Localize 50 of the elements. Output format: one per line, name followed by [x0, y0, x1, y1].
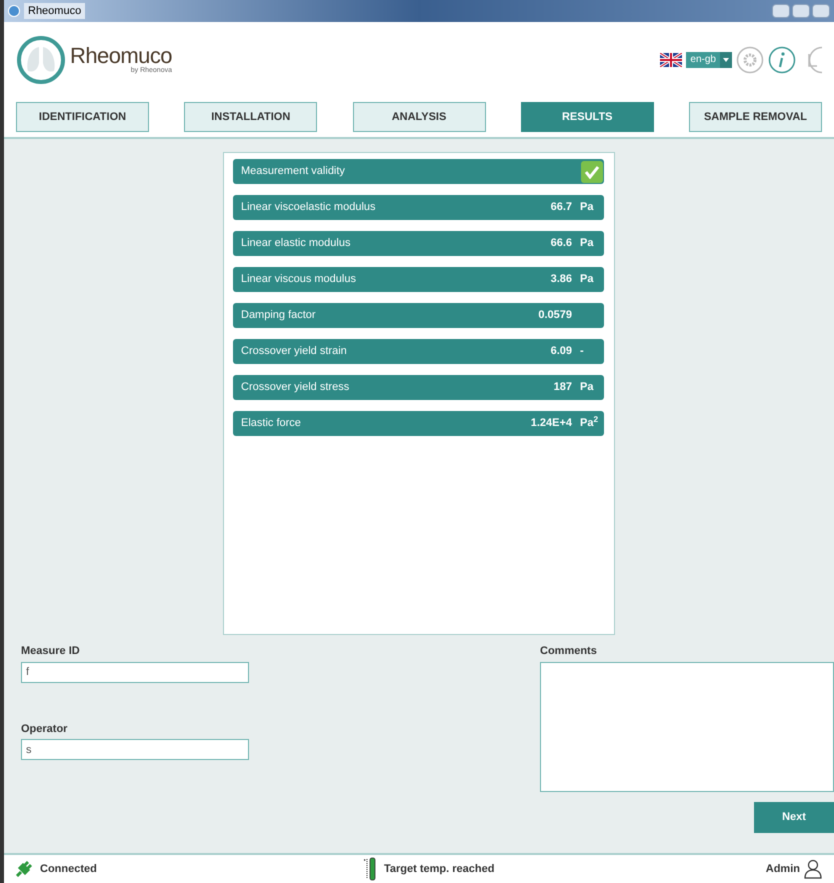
result-value: 66.6: [550, 236, 572, 252]
plug-icon: [16, 861, 32, 877]
result-unit: Pa: [579, 200, 594, 216]
result-value: 0.0579: [538, 308, 572, 324]
result-label: Elastic force: [241, 416, 302, 432]
result-value: 1.24E+4: [530, 416, 572, 432]
user-icon[interactable]: [804, 859, 822, 879]
app-icon: [8, 5, 20, 17]
input-field[interactable]: f: [21, 662, 249, 682]
result-unit: Pa$^{2}$: [579, 415, 600, 432]
thermometer-icon: [364, 857, 376, 881]
comments-field[interactable]: [540, 662, 834, 792]
result-label: Crossover yield strain: [241, 344, 348, 360]
result-value: 6.09: [550, 344, 572, 360]
result-label: Linear elastic modulus: [241, 236, 352, 252]
connection-status: Connected: [40, 862, 97, 877]
field-label: Comments: [540, 644, 598, 659]
result-label: Measurement validity: [241, 164, 346, 180]
minimize-button[interactable]: [772, 4, 790, 18]
user-name: Admin: [766, 862, 800, 877]
result-unit: Pa: [579, 272, 594, 288]
info-icon[interactable]: [768, 46, 796, 74]
result-label: Crossover yield stress: [241, 380, 350, 396]
result-unit: Pa: [579, 236, 594, 252]
result-label: Linear viscoelastic modulus: [241, 200, 377, 216]
tab[interactable]: RESULTS: [520, 102, 654, 132]
tab[interactable]: INSTALLATION: [184, 102, 318, 132]
field-label: Measure ID: [21, 644, 81, 659]
maximize-button[interactable]: [792, 4, 810, 18]
next-button[interactable]: Next: [754, 802, 834, 832]
field-label: Operator: [21, 722, 68, 736]
result-value: 187: [554, 380, 572, 396]
lungs-logo-icon: [16, 34, 66, 84]
result-value: 3.86: [550, 272, 572, 288]
result-label: Damping factor: [241, 308, 317, 324]
settings-icon[interactable]: [736, 46, 764, 74]
tab[interactable]: IDENTIFICATION: [16, 102, 149, 132]
window-title: Rheomuco: [24, 2, 86, 20]
temperature-status: Target temp. reached: [384, 862, 494, 877]
result-value: 66.7: [550, 200, 572, 216]
result-unit: -: [579, 344, 585, 360]
result-unit: Pa: [579, 380, 594, 396]
tab[interactable]: SAMPLE REMOVAL: [689, 102, 822, 132]
flag-icon: [660, 52, 682, 66]
result-label: Linear viscous modulus: [241, 272, 357, 288]
input-field[interactable]: s: [21, 739, 249, 760]
tab[interactable]: ANALYSIS: [352, 102, 486, 132]
caret-icon: [720, 52, 732, 68]
close-button[interactable]: [812, 4, 830, 18]
logo-text: Rheomuco: [70, 45, 172, 67]
